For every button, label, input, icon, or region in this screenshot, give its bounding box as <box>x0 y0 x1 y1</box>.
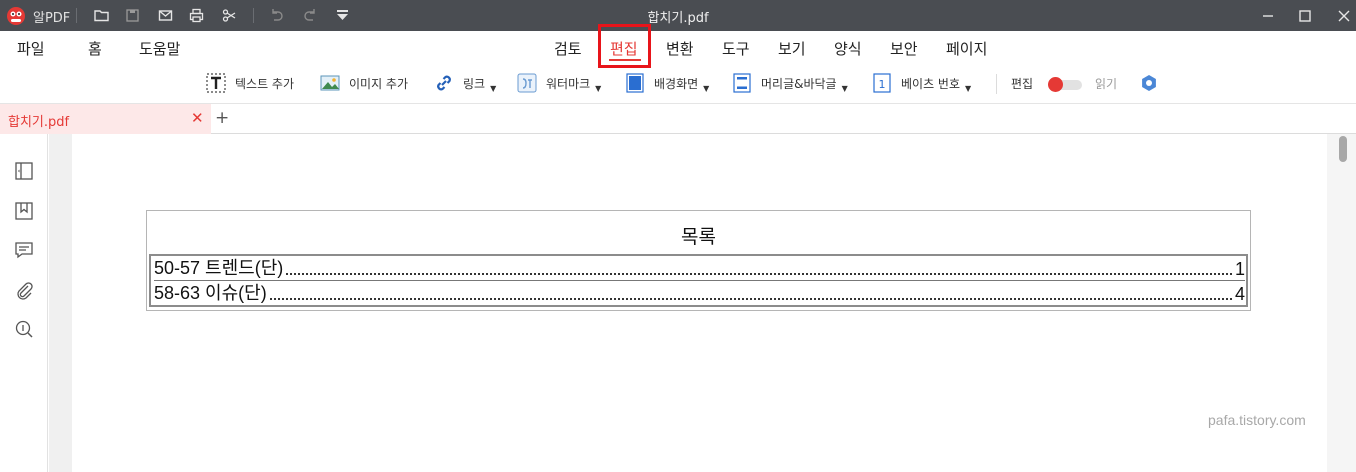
scrollbar-thumb[interactable] <box>1339 136 1347 162</box>
header-footer-button[interactable]: 머리글&바닥글 ▼ <box>731 71 848 95</box>
active-tab-underline <box>609 59 641 61</box>
settings-icon[interactable] <box>1139 71 1159 95</box>
comment-icon[interactable] <box>12 238 36 262</box>
toc-row-label: 58-63 이슈(단) <box>154 283 267 303</box>
panel-icon[interactable] <box>12 159 36 183</box>
tab-review[interactable]: 검토 <box>554 38 582 59</box>
active-tab-highlight <box>598 24 651 68</box>
scrollbar-track[interactable] <box>1327 134 1356 472</box>
add-text-label: 텍스트 추가 <box>235 76 295 91</box>
header-footer-dropdown-icon[interactable]: ▼ <box>842 84 848 93</box>
svg-text:1: 1 <box>879 78 886 91</box>
background-button[interactable]: 배경화면 ▼ <box>624 71 709 95</box>
header-footer-label: 머리글&바닥글 <box>761 76 837 91</box>
link-label: 링크 <box>463 76 486 91</box>
background-icon <box>624 72 646 94</box>
toc-table: 50-57 트렌드(단) 1 58-63 이슈(단) 4 <box>149 254 1248 307</box>
watermark-icon <box>516 72 538 94</box>
watermark-label: 워터마크 <box>546 76 591 91</box>
watermark-text: pafa.tistory.com <box>1208 412 1306 428</box>
add-image-button[interactable]: 이미지 추가 <box>319 71 408 95</box>
document-tab[interactable]: 합치기.pdf ✕ <box>0 104 211 134</box>
toc-leader-dots <box>269 298 1232 300</box>
document-tab-strip: 합치기.pdf ✕ + <box>0 103 1356 134</box>
bates-number-button[interactable]: 1 베이츠 번호 ▼ <box>871 71 971 95</box>
toc-row-label: 50-57 트렌드(단) <box>154 258 284 278</box>
link-icon <box>433 72 455 94</box>
left-sidebar <box>0 134 48 472</box>
add-text-button[interactable]: 텍스트 추가 <box>205 71 294 95</box>
text-icon <box>205 72 227 94</box>
toc-leader-dots <box>286 273 1232 275</box>
bates-number-label: 베이츠 번호 <box>901 76 961 91</box>
title-bar: 알PDF 합치기.pdf <box>0 0 1356 31</box>
tab-convert[interactable]: 변환 <box>666 38 694 59</box>
mode-read-label: 읽기 <box>1095 76 1118 91</box>
toggle-knob <box>1048 77 1063 92</box>
toolbar-divider <box>996 74 997 94</box>
link-dropdown-icon[interactable]: ▼ <box>490 84 496 93</box>
edit-read-toggle[interactable] <box>1048 77 1082 92</box>
document-tab-label: 합치기.pdf <box>8 115 70 130</box>
toc-row[interactable]: 58-63 이슈(단) 4 <box>154 282 1245 305</box>
menu-help[interactable]: 도움말 <box>139 38 180 59</box>
maximize-icon[interactable] <box>1294 5 1316 27</box>
toc-row-page: 4 <box>1234 284 1245 304</box>
close-icon[interactable] <box>1333 5 1355 27</box>
add-image-label: 이미지 추가 <box>349 76 409 91</box>
toc-title: 목록 <box>681 226 716 248</box>
tab-form[interactable]: 양식 <box>834 38 862 59</box>
bookmark-icon[interactable] <box>12 199 36 223</box>
bates-number-dropdown-icon[interactable]: ▼ <box>965 84 971 93</box>
image-icon <box>319 72 341 94</box>
toc-box: 목록 50-57 트렌드(단) 1 58-63 이슈(단) 4 <box>146 210 1251 311</box>
mode-edit-label: 편집 <box>1011 76 1034 91</box>
watermark-button[interactable]: 워터마크 ▼ <box>516 71 601 95</box>
attachment-icon[interactable] <box>12 278 36 302</box>
menu-bar: 파일 홈 도움말 검토 편집 변환 도구 보기 양식 보안 페이지 <box>0 31 1356 65</box>
toc-row[interactable]: 50-57 트렌드(단) 1 <box>154 258 1245 281</box>
tab-security[interactable]: 보안 <box>890 38 918 59</box>
toc-row-page: 1 <box>1234 259 1245 279</box>
link-button[interactable]: 링크 ▼ <box>433 71 496 95</box>
background-dropdown-icon[interactable]: ▼ <box>703 84 709 93</box>
new-tab-button[interactable]: + <box>215 108 229 128</box>
minimize-icon[interactable] <box>1257 5 1279 27</box>
watermark-dropdown-icon[interactable]: ▼ <box>595 84 601 93</box>
menu-home[interactable]: 홈 <box>88 38 102 59</box>
tab-page[interactable]: 페이지 <box>946 38 987 59</box>
tab-tools[interactable]: 도구 <box>722 38 750 59</box>
menu-file[interactable]: 파일 <box>17 38 45 59</box>
window-title: 합치기.pdf <box>647 11 709 26</box>
search-icon[interactable] <box>12 317 36 341</box>
edit-toolbar: 텍스트 추가 이미지 추가 링크 ▼ 워터마크 ▼ 배경화면 ▼ 머리글&바닥글… <box>0 66 1356 102</box>
header-footer-icon <box>731 72 753 94</box>
background-label: 배경화면 <box>654 76 699 91</box>
bates-number-icon: 1 <box>871 72 893 94</box>
tab-view[interactable]: 보기 <box>778 38 806 59</box>
close-tab-icon[interactable]: ✕ <box>191 109 204 127</box>
